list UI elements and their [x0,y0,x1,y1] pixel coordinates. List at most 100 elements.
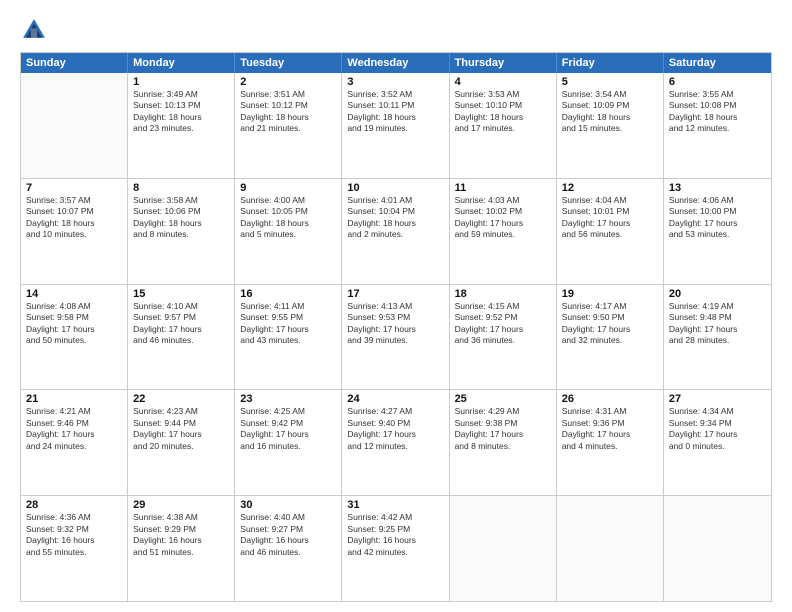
daylight-text-1: Daylight: 17 hours [562,218,658,229]
day-header-tuesday: Tuesday [235,53,342,73]
sunset-text: Sunset: 9:53 PM [347,312,443,323]
daylight-text-2: and 42 minutes. [347,547,443,558]
sunrise-text: Sunrise: 4:42 AM [347,512,443,523]
sunrise-text: Sunrise: 4:17 AM [562,301,658,312]
daylight-text-1: Daylight: 17 hours [26,429,122,440]
day-number: 7 [26,182,122,194]
sunset-text: Sunset: 9:57 PM [133,312,229,323]
day-number: 1 [133,76,229,88]
header [20,16,772,44]
cal-cell-14: 14Sunrise: 4:08 AMSunset: 9:58 PMDayligh… [21,285,128,390]
calendar-header: SundayMondayTuesdayWednesdayThursdayFrid… [21,53,771,73]
day-number: 13 [669,182,766,194]
sunrise-text: Sunrise: 4:25 AM [240,406,336,417]
day-number: 17 [347,288,443,300]
daylight-text-2: and 16 minutes. [240,441,336,452]
sunset-text: Sunset: 10:10 PM [455,100,551,111]
daylight-text-1: Daylight: 17 hours [455,324,551,335]
day-number: 20 [669,288,766,300]
sunset-text: Sunset: 9:38 PM [455,418,551,429]
day-number: 3 [347,76,443,88]
sunset-text: Sunset: 9:50 PM [562,312,658,323]
sunset-text: Sunset: 10:08 PM [669,100,766,111]
sunset-text: Sunset: 10:01 PM [562,206,658,217]
daylight-text-1: Daylight: 18 hours [133,112,229,123]
sunrise-text: Sunrise: 4:15 AM [455,301,551,312]
cal-cell-22: 22Sunrise: 4:23 AMSunset: 9:44 PMDayligh… [128,390,235,495]
sunrise-text: Sunrise: 4:03 AM [455,195,551,206]
day-number: 6 [669,76,766,88]
sunrise-text: Sunrise: 4:04 AM [562,195,658,206]
sunset-text: Sunset: 10:09 PM [562,100,658,111]
sunrise-text: Sunrise: 4:31 AM [562,406,658,417]
day-header-sunday: Sunday [21,53,128,73]
daylight-text-2: and 51 minutes. [133,547,229,558]
day-number: 27 [669,393,766,405]
day-number: 21 [26,393,122,405]
daylight-text-2: and 5 minutes. [240,229,336,240]
sunrise-text: Sunrise: 4:11 AM [240,301,336,312]
day-number: 31 [347,499,443,511]
daylight-text-2: and 53 minutes. [669,229,766,240]
daylight-text-1: Daylight: 18 hours [240,112,336,123]
sunrise-text: Sunrise: 4:19 AM [669,301,766,312]
daylight-text-2: and 2 minutes. [347,229,443,240]
daylight-text-1: Daylight: 17 hours [240,324,336,335]
sunrise-text: Sunrise: 4:10 AM [133,301,229,312]
daylight-text-1: Daylight: 18 hours [669,112,766,123]
calendar-body: 1Sunrise: 3:49 AMSunset: 10:13 PMDayligh… [21,73,771,601]
daylight-text-2: and 8 minutes. [133,229,229,240]
cal-cell-2: 2Sunrise: 3:51 AMSunset: 10:12 PMDayligh… [235,73,342,178]
daylight-text-2: and 59 minutes. [455,229,551,240]
daylight-text-1: Daylight: 17 hours [669,324,766,335]
daylight-text-1: Daylight: 17 hours [669,429,766,440]
sunset-text: Sunset: 9:48 PM [669,312,766,323]
cal-cell-15: 15Sunrise: 4:10 AMSunset: 9:57 PMDayligh… [128,285,235,390]
daylight-text-2: and 17 minutes. [455,123,551,134]
cal-cell-21: 21Sunrise: 4:21 AMSunset: 9:46 PMDayligh… [21,390,128,495]
sunset-text: Sunset: 9:29 PM [133,524,229,535]
sunset-text: Sunset: 10:05 PM [240,206,336,217]
day-number: 14 [26,288,122,300]
sunset-text: Sunset: 9:55 PM [240,312,336,323]
daylight-text-1: Daylight: 17 hours [26,324,122,335]
cal-cell-18: 18Sunrise: 4:15 AMSunset: 9:52 PMDayligh… [450,285,557,390]
cal-cell-4: 4Sunrise: 3:53 AMSunset: 10:10 PMDayligh… [450,73,557,178]
daylight-text-1: Daylight: 18 hours [26,218,122,229]
day-number: 2 [240,76,336,88]
daylight-text-1: Daylight: 17 hours [562,429,658,440]
daylight-text-1: Daylight: 17 hours [347,324,443,335]
daylight-text-2: and 32 minutes. [562,335,658,346]
sunset-text: Sunset: 10:00 PM [669,206,766,217]
daylight-text-1: Daylight: 18 hours [347,218,443,229]
daylight-text-1: Daylight: 17 hours [347,429,443,440]
daylight-text-1: Daylight: 16 hours [133,535,229,546]
sunset-text: Sunset: 9:32 PM [26,524,122,535]
sunrise-text: Sunrise: 4:36 AM [26,512,122,523]
daylight-text-1: Daylight: 18 hours [133,218,229,229]
daylight-text-2: and 23 minutes. [133,123,229,134]
cal-cell-empty-0 [21,73,128,178]
day-number: 10 [347,182,443,194]
sunset-text: Sunset: 9:46 PM [26,418,122,429]
cal-cell-8: 8Sunrise: 3:58 AMSunset: 10:06 PMDayligh… [128,179,235,284]
cal-cell-28: 28Sunrise: 4:36 AMSunset: 9:32 PMDayligh… [21,496,128,601]
daylight-text-2: and 0 minutes. [669,441,766,452]
sunrise-text: Sunrise: 3:54 AM [562,89,658,100]
sunrise-text: Sunrise: 3:51 AM [240,89,336,100]
cal-cell-26: 26Sunrise: 4:31 AMSunset: 9:36 PMDayligh… [557,390,664,495]
daylight-text-1: Daylight: 17 hours [669,218,766,229]
daylight-text-2: and 12 minutes. [669,123,766,134]
day-number: 19 [562,288,658,300]
day-number: 18 [455,288,551,300]
day-number: 5 [562,76,658,88]
sunrise-text: Sunrise: 4:38 AM [133,512,229,523]
daylight-text-2: and 43 minutes. [240,335,336,346]
daylight-text-2: and 46 minutes. [133,335,229,346]
day-number: 30 [240,499,336,511]
cal-cell-3: 3Sunrise: 3:52 AMSunset: 10:11 PMDayligh… [342,73,449,178]
sunset-text: Sunset: 10:06 PM [133,206,229,217]
day-number: 16 [240,288,336,300]
daylight-text-2: and 12 minutes. [347,441,443,452]
cal-cell-11: 11Sunrise: 4:03 AMSunset: 10:02 PMDaylig… [450,179,557,284]
